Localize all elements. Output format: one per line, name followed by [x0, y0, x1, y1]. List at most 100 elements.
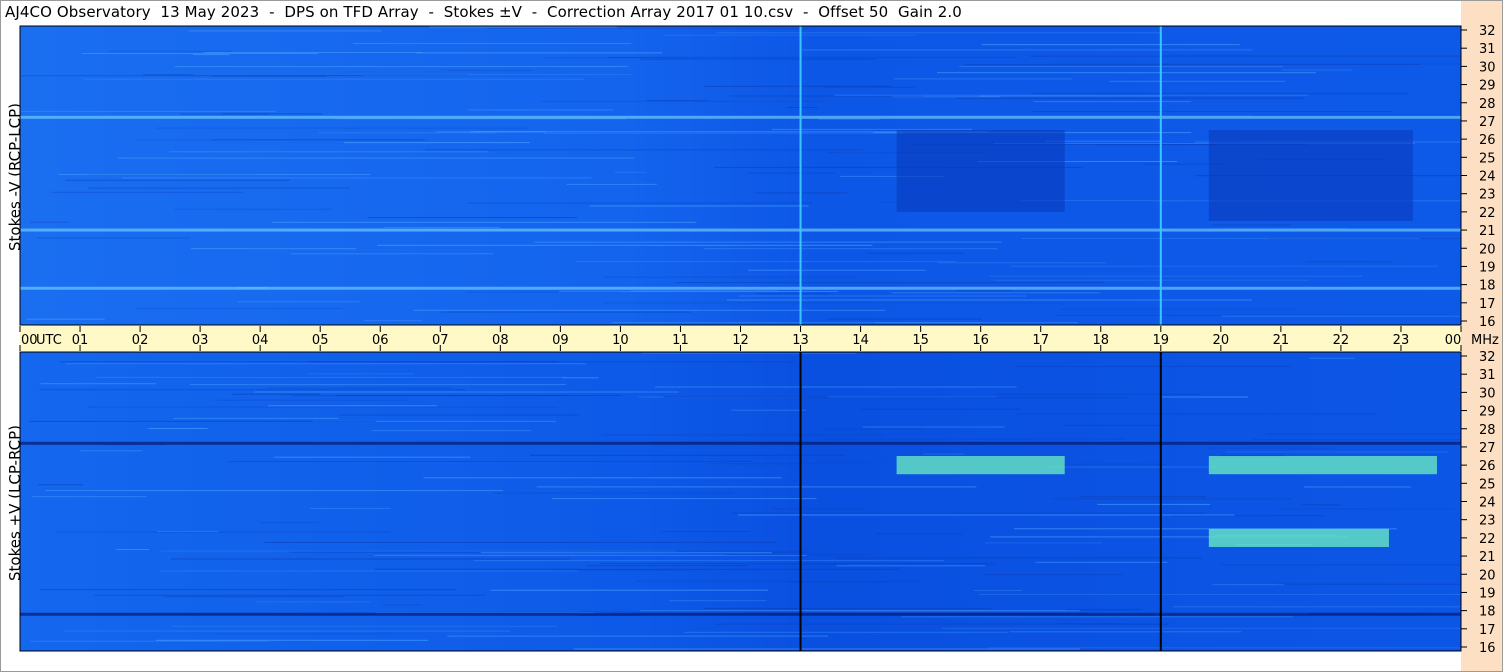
texture-streak: [87, 406, 558, 408]
texture-streak: [956, 97, 1304, 99]
texture-streak: [174, 66, 628, 68]
texture-streak: [603, 302, 1066, 304]
texture-streak: [979, 95, 1163, 97]
texture-streak: [293, 395, 568, 397]
texture-streak: [1049, 466, 1216, 468]
texture-streak: [675, 282, 1105, 284]
texture-streak: [309, 507, 391, 509]
texture-streak: [600, 563, 996, 565]
y-tick-label: 30: [1479, 386, 1496, 401]
texture-streak: [802, 49, 1253, 51]
texture-streak: [562, 377, 599, 379]
texture-streak: [32, 496, 147, 498]
y-tick-label: 29: [1479, 79, 1496, 94]
texture-streak: [1159, 396, 1249, 398]
texture-streak: [271, 221, 697, 223]
texture-streak: [318, 132, 497, 134]
texture-streak: [836, 565, 985, 567]
texture-streak: [901, 616, 1293, 618]
y-tick-label: 22: [1479, 206, 1496, 221]
y-tick-label: 20: [1479, 242, 1496, 257]
y-tick-label: 16: [1479, 315, 1496, 330]
texture-streak: [684, 631, 1008, 633]
texture-streak: [1225, 451, 1448, 453]
texture-streak: [772, 128, 972, 130]
y-tick-label: 20: [1479, 568, 1496, 583]
texture-streak: [88, 187, 350, 189]
texture-streak: [493, 492, 733, 494]
texture-streak: [876, 533, 963, 535]
texture-streak: [30, 640, 269, 642]
texture-streak: [490, 589, 769, 591]
texture-streak: [1221, 564, 1461, 566]
texture-streak: [108, 50, 232, 52]
texture-streak: [586, 565, 748, 567]
texture-streak: [254, 391, 679, 393]
bright-band: [20, 286, 1461, 290]
texture-streak: [382, 604, 422, 606]
y-tick-label: 32: [1479, 350, 1496, 365]
texture-streak: [641, 352, 857, 354]
texture-streak: [1303, 486, 1411, 488]
texture-streak: [37, 237, 191, 239]
texture-streak: [704, 85, 892, 87]
texture-streak: [65, 179, 291, 181]
x-tick-label: 01: [72, 333, 89, 348]
texture-streak: [474, 560, 945, 562]
texture-streak: [1060, 308, 1297, 310]
texture-streak: [738, 295, 1027, 297]
texture-streak: [703, 248, 998, 250]
texture-streak: [39, 389, 466, 391]
y-tick-label: 26: [1479, 133, 1496, 148]
y-tick-label: 31: [1479, 42, 1496, 57]
texture-streak: [1097, 503, 1210, 505]
texture-streak: [467, 202, 813, 204]
texture-streak: [1055, 314, 1461, 316]
texture-streak: [981, 44, 1240, 46]
texture-streak: [706, 463, 870, 465]
texture-streak: [985, 542, 1102, 544]
texture-streak: [834, 557, 1203, 559]
texture-streak: [1275, 583, 1461, 585]
y-tick-label: 25: [1479, 477, 1496, 492]
texture-streak: [823, 428, 925, 430]
texture-streak: [772, 508, 868, 510]
spectrogram-chart: 00 01 02 03 04 05 06 07 08 09 10 11 12 13 14 15 16 17 18 19…: [0, 0, 1503, 672]
texture-streak: [374, 554, 807, 556]
texture-streak: [423, 477, 782, 479]
texture-streak: [267, 405, 437, 407]
y-tick-label: 19: [1479, 586, 1496, 601]
texture-streak: [231, 393, 320, 395]
y-tick-label: 29: [1479, 405, 1496, 420]
texture-streak: [363, 320, 423, 322]
texture-streak: [116, 549, 149, 550]
y-tick-label: 28: [1479, 97, 1496, 112]
bottom-spectrogram-panel: [20, 352, 1461, 651]
texture-streak: [731, 409, 806, 411]
x-tick-label: 19: [1153, 333, 1170, 348]
texture-streak: [190, 384, 566, 386]
x-tick-label: 20: [1213, 333, 1230, 348]
texture-streak: [384, 226, 500, 228]
texture-streak: [1033, 101, 1191, 103]
texture-streak: [994, 279, 1310, 281]
texture-streak: [56, 531, 391, 533]
texture-streak: [664, 34, 917, 36]
texture-streak: [148, 428, 208, 429]
texture-streak: [1281, 508, 1454, 510]
dark-block: [1208, 130, 1413, 221]
texture-streak: [307, 373, 415, 375]
x-tick-label: 14: [852, 333, 869, 348]
texture-streak: [121, 177, 592, 179]
texture-streak: [20, 110, 276, 112]
texture-streak: [974, 590, 1023, 591]
texture-streak: [601, 434, 884, 436]
texture-streak: [188, 30, 382, 32]
texture-streak: [467, 109, 614, 111]
texture-streak: [824, 86, 915, 88]
texture-streak: [425, 149, 864, 151]
texture-streak: [45, 490, 504, 492]
x-tick-label: 05: [312, 333, 329, 348]
texture-streak: [862, 426, 1005, 428]
texture-streak: [1009, 631, 1242, 633]
